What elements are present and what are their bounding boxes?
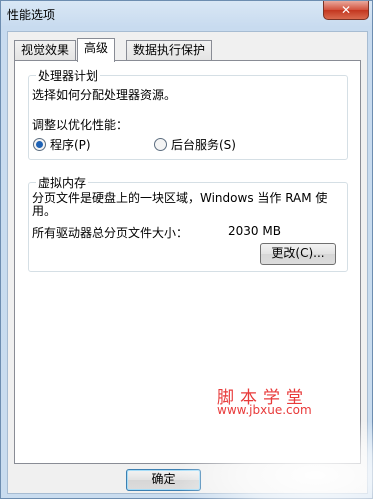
title-bar[interactable]: 性能选项 ✕ [1, 1, 372, 27]
virtual-memory-group-title: 虚拟内存 [36, 174, 89, 191]
dialog-client-area: 视觉效果 高级 数据执行保护 处理器计划 选择如何分配处理器资源。 调整以优化性… [7, 31, 368, 494]
processor-group-title: 处理器计划 [36, 67, 101, 84]
paging-file-total-value: 2030 MB [228, 224, 281, 238]
background-services-radio[interactable] [154, 138, 167, 151]
paging-file-total-label: 所有驱动器总分页文件大小： [32, 226, 189, 240]
ok-button[interactable]: 确定 [126, 469, 201, 491]
programs-label[interactable]: 程序(P) [50, 136, 91, 153]
virtual-memory-description: 分页文件是硬盘上的一块区域，Windows 当作 RAM 使用。 [32, 191, 328, 218]
window-title: 性能选项 [7, 8, 56, 22]
performance-options-dialog: 性能选项 ✕ 视觉效果 高级 数据执行保护 处理器计划 选择如何分配处理器资源。… [0, 0, 373, 499]
tab-dep[interactable]: 数据执行保护 [126, 40, 213, 61]
processor-scheduling-group: 处理器计划 选择如何分配处理器资源。 调整以优化性能： 程序(P) 后台服务(S… [28, 67, 348, 160]
advanced-tab-panel: 处理器计划 选择如何分配处理器资源。 调整以优化性能： 程序(P) 后台服务(S… [14, 60, 361, 464]
virtual-memory-group: 虚拟内存 分页文件是硬盘上的一块区域，Windows 当作 RAM 使用。 所有… [28, 174, 348, 272]
tab-advanced[interactable]: 高级 [77, 38, 116, 62]
background-services-label[interactable]: 后台服务(S) [171, 136, 236, 153]
watermark-url: www.jbxue.com [217, 403, 312, 417]
tab-visual-effects[interactable]: 视觉效果 [14, 40, 77, 61]
close-icon: ✕ [340, 3, 352, 17]
close-button[interactable]: ✕ [323, 1, 369, 20]
change-button[interactable]: 更改(C)... [260, 243, 336, 265]
adjust-performance-label: 调整以优化性能： [32, 118, 129, 132]
programs-radio[interactable] [33, 138, 46, 151]
processor-description: 选择如何分配处理器资源。 [32, 88, 177, 102]
